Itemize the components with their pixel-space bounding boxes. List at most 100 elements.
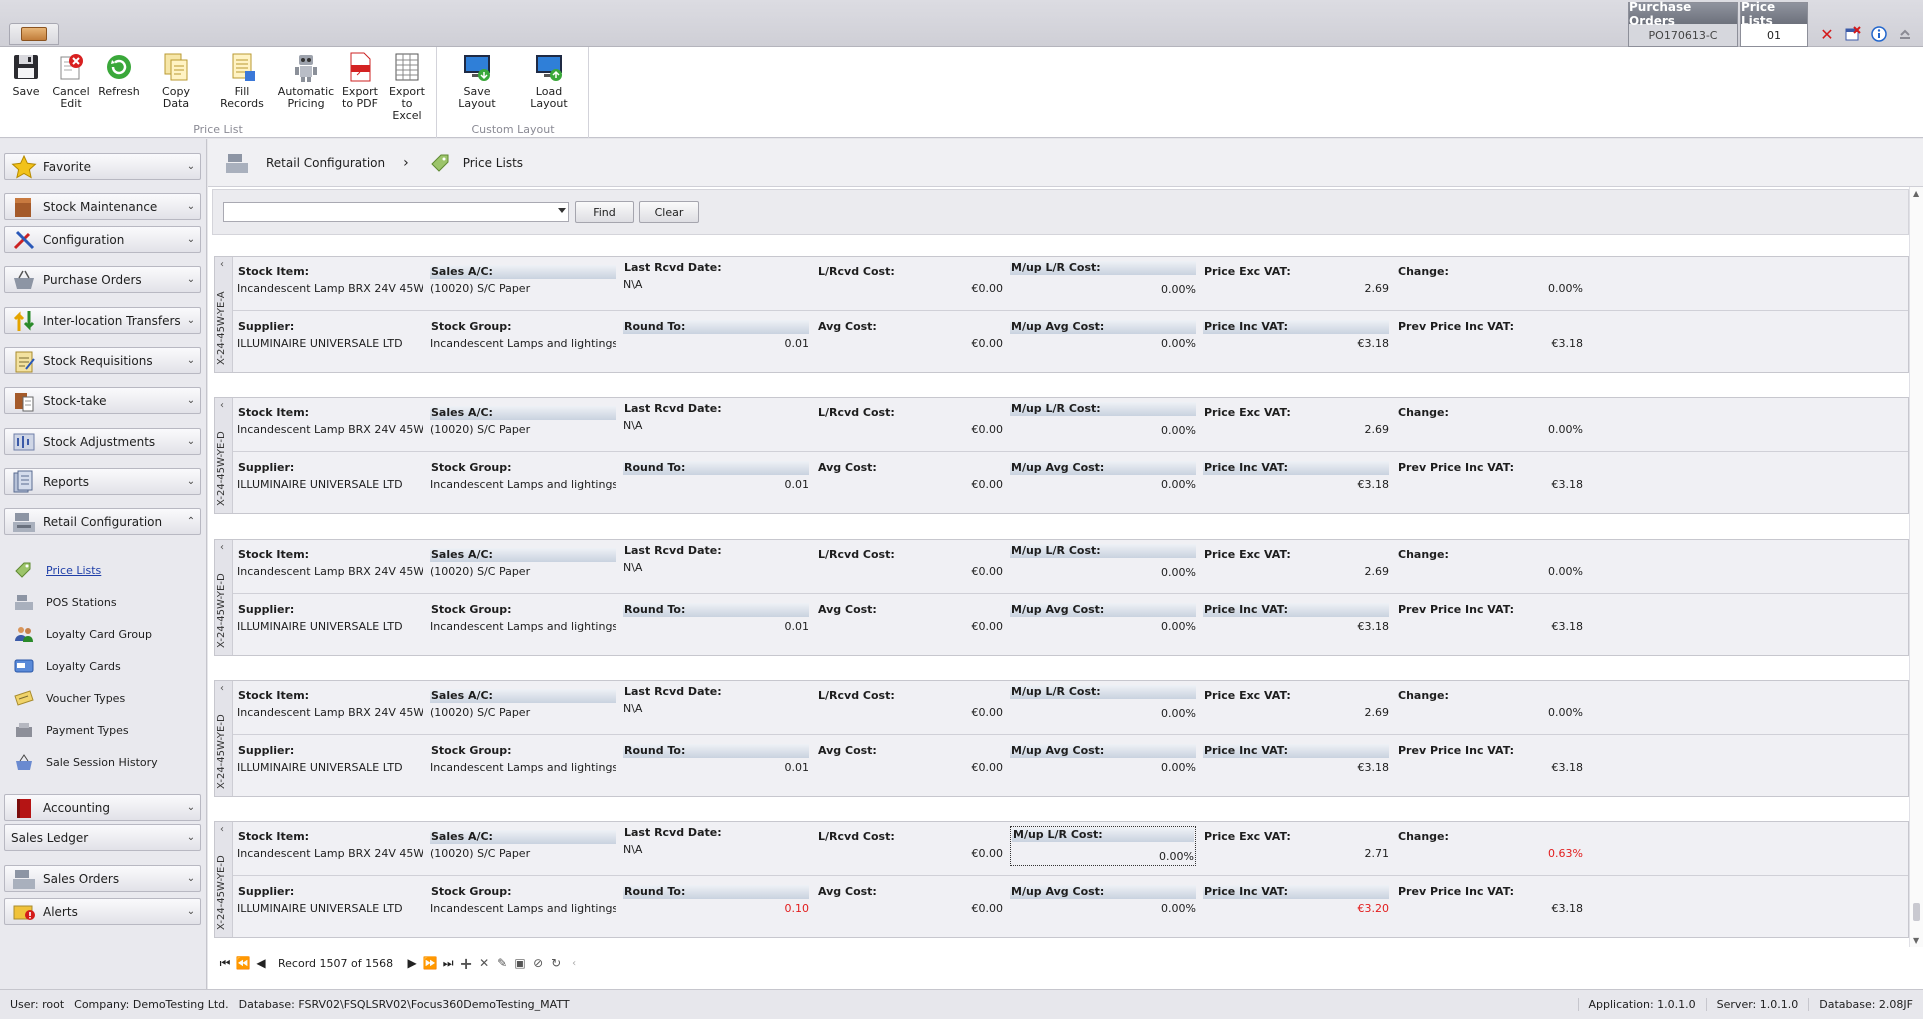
sidebar-group-sales-orders[interactable]: Sales Orders ⌄ [4,865,201,892]
sidebar-group-sales-ledger[interactable]: Sales Ledger ⌄ [4,824,201,851]
chevron-down-icon[interactable]: ⌄ [182,355,200,366]
supplier-value[interactable]: ILLUMINAIRE UNIVERSALE LTD [237,620,423,634]
search-combobox[interactable] [223,202,569,222]
markup-avg-cost-field[interactable]: M/up Avg Cost: 0.00% [1010,744,1196,775]
info-icon[interactable] [1871,26,1887,42]
change-percent-value[interactable]: 0.00% [1397,706,1583,720]
sidebar-group-stock-adjustments[interactable]: Stock Adjustments ⌄ [4,428,201,455]
stock-item-field[interactable]: Stock Item: Incandescent Lamp BRX 24V 45W… [237,265,423,296]
avg-cost-field[interactable]: Avg Cost: €0.00 [817,744,1003,775]
sidebar-group-accounting[interactable]: Accounting ⌄ [4,794,201,821]
supplier-field[interactable]: Supplier: ILLUMINAIRE UNIVERSALE LTD [237,461,423,492]
sales-ac-value[interactable]: (10020) S/C Paper [430,282,616,296]
sales-ac-value[interactable]: (10020) S/C Paper [430,847,616,861]
change-percent-value[interactable]: 0.00% [1397,282,1583,296]
save-record-icon[interactable]: ▣ [511,954,529,972]
price-exc-vat-value[interactable]: 2.69 [1203,282,1390,296]
fill-records-button[interactable]: Fill Records [212,51,272,110]
prev-price-inc-vat-field[interactable]: Prev Price Inc VAT: €3.18 [1397,885,1583,916]
change-percent-field[interactable]: Change: 0.00% [1397,548,1583,579]
add-record-icon[interactable]: + [457,954,475,973]
sidebar-group-purchase-orders[interactable]: Purchase Orders ⌄ [4,266,201,293]
round-to-field[interactable]: Round To: 0.01 [623,603,809,634]
price-inc-vat-field[interactable]: Price Inc VAT: €3.18 [1203,320,1389,351]
scroll-down-icon[interactable]: ▼ [1913,936,1919,945]
last-rcvd-date-field[interactable]: Last Rcvd Date: N\A [623,544,809,575]
sidebar-group-reports[interactable]: Reports ⌄ [4,468,201,495]
clear-button[interactable]: Clear [639,201,699,223]
supplier-value[interactable]: ILLUMINAIRE UNIVERSALE LTD [237,337,423,351]
sidebar-group-configuration[interactable]: Configuration ⌄ [4,226,201,253]
previous-page-icon[interactable]: ⏪ [234,954,252,972]
price-inc-vat-field[interactable]: Price Inc VAT: €3.18 [1203,461,1389,492]
stock-item-value[interactable]: Incandescent Lamp BRX 24V 45W Yellow Dir… [237,847,423,861]
prev-price-inc-vat-value[interactable]: €3.18 [1397,620,1584,634]
breadcrumb-item-retail-configuration[interactable]: Retail Configuration [266,156,385,170]
application-menu-button[interactable] [9,23,59,45]
markup-avg-cost-field[interactable]: M/up Avg Cost: 0.00% [1010,461,1196,492]
sidebar-item-payment-types[interactable]: Payment Types [14,718,129,742]
stock-group-field[interactable]: Stock Group: Incandescent Lamps and light… [430,744,616,775]
price-exc-vat-value[interactable]: 2.69 [1203,423,1390,437]
stock-group-value[interactable]: Incandescent Lamps and lightings [430,337,616,351]
avg-cost-value[interactable]: €0.00 [817,761,1004,775]
export-pdf-button[interactable]: Export to PDF [340,51,380,110]
avg-cost-value[interactable]: €0.00 [817,478,1004,492]
close-document-icon[interactable]: ✕ [1819,25,1835,44]
change-percent-field[interactable]: Change: 0.00% [1397,406,1583,437]
price-inc-vat-value[interactable]: €3.20 [1203,902,1390,916]
markup-lr-cost-value[interactable]: 0.00% [1012,850,1194,864]
chevron-down-icon[interactable]: ⌄ [182,436,200,447]
stock-item-value[interactable]: Incandescent Lamp BRX 24V 45W Yellow Dir… [237,423,423,437]
lrcvd-cost-value[interactable]: €0.00 [817,706,1004,720]
markup-avg-cost-value[interactable]: 0.00% [1010,620,1196,634]
price-list-record-card[interactable]: ‹ X-24-45W-YE-D Stock Item: Incandescent La… [214,680,1909,797]
markup-avg-cost-value[interactable]: 0.00% [1010,337,1196,351]
price-list-record-card[interactable]: ‹ X-24-45W-YE-A Stock Item: Incandescent La… [214,256,1909,373]
price-exc-vat-field[interactable]: Price Exc VAT: 2.69 [1203,265,1389,296]
lrcvd-cost-field[interactable]: L/Rcvd Cost: €0.00 [817,548,1003,579]
refresh-button[interactable]: Refresh [98,51,140,98]
delete-record-icon[interactable]: ✕ [475,954,493,972]
stock-group-field[interactable]: Stock Group: Incandescent Lamps and light… [430,320,616,351]
prev-price-inc-vat-field[interactable]: Prev Price Inc VAT: €3.18 [1397,461,1583,492]
supplier-field[interactable]: Supplier: ILLUMINAIRE UNIVERSALE LTD [237,744,423,775]
avg-cost-value[interactable]: €0.00 [817,620,1004,634]
sidebar-item-sale-session-history[interactable]: Sale Session History [14,750,158,774]
chevron-down-icon[interactable]: ⌄ [182,395,200,406]
markup-avg-cost-value[interactable]: 0.00% [1010,761,1196,775]
markup-avg-cost-value[interactable]: 0.00% [1010,478,1196,492]
edit-record-icon[interactable]: ✎ [493,954,511,972]
change-percent-field[interactable]: Change: 0.00% [1397,265,1583,296]
sidebar-item-voucher-types[interactable]: Voucher Types [14,686,125,710]
lrcvd-cost-value[interactable]: €0.00 [817,423,1004,437]
last-rcvd-date-field[interactable]: Last Rcvd Date: N\A [623,826,809,857]
sidebar-item-loyalty-card-group[interactable]: Loyalty Card Group [14,622,152,646]
avg-cost-field[interactable]: Avg Cost: €0.00 [817,461,1003,492]
markup-avg-cost-field[interactable]: M/up Avg Cost: 0.00% [1010,885,1196,916]
lrcvd-cost-field[interactable]: L/Rcvd Cost: €0.00 [817,265,1003,296]
scroll-left-icon[interactable]: ‹ [565,954,583,972]
sidebar-group-stock-take[interactable]: Stock-take ⌄ [4,387,201,414]
scrollbar-thumb[interactable] [1913,903,1920,921]
first-record-icon[interactable]: ⏮ [216,954,234,972]
prev-price-inc-vat-field[interactable]: Prev Price Inc VAT: €3.18 [1397,603,1583,634]
next-page-icon[interactable]: ⏩ [421,954,439,972]
prev-price-inc-vat-field[interactable]: Prev Price Inc VAT: €3.18 [1397,320,1583,351]
sidebar-item-pos-stations[interactable]: POS Stations [14,590,117,614]
lrcvd-cost-field[interactable]: L/Rcvd Cost: €0.00 [817,830,1003,861]
last-rcvd-date-field[interactable]: Last Rcvd Date: N\A [623,402,809,433]
sidebar-group-stock-maintenance[interactable]: Stock Maintenance ⌄ [4,193,201,220]
find-button[interactable]: Find [575,201,634,223]
markup-lr-cost-field[interactable]: M/up L/R Cost: 0.00% [1010,544,1196,580]
markup-avg-cost-field[interactable]: M/up Avg Cost: 0.00% [1010,603,1196,634]
avg-cost-field[interactable]: Avg Cost: €0.00 [817,885,1003,916]
chevron-down-icon[interactable]: ⌄ [182,873,200,884]
supplier-value[interactable]: ILLUMINAIRE UNIVERSALE LTD [237,478,423,492]
price-list-record-card[interactable]: ‹ X-24-45W-YE-D Stock Item: Incandescent La… [214,821,1909,938]
markup-lr-cost-field[interactable]: M/up L/R Cost: 0.00% [1010,261,1196,297]
sidebar-item-price-lists[interactable]: Price Lists [14,558,101,582]
round-to-value[interactable]: 0.01 [623,761,810,775]
price-inc-vat-value[interactable]: €3.18 [1203,620,1390,634]
price-exc-vat-field[interactable]: Price Exc VAT: 2.69 [1203,406,1389,437]
